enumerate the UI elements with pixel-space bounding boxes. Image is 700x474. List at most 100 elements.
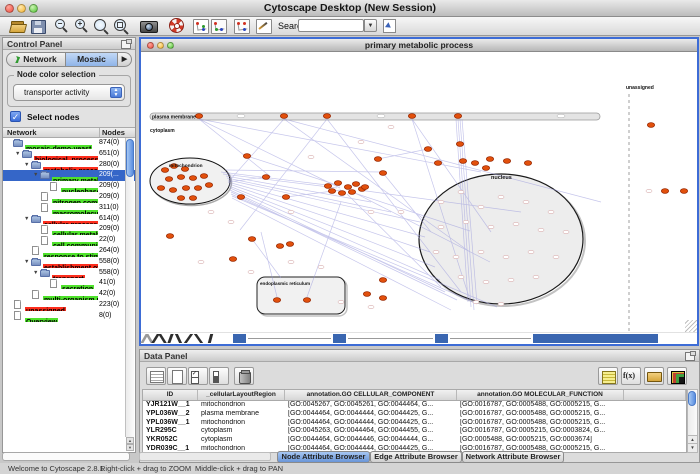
attribute-list-button[interactable] xyxy=(598,367,618,385)
zoom-selected-icon xyxy=(114,19,126,31)
table-scroll-down-icon[interactable]: ▼ xyxy=(688,443,697,452)
table-cell: YLR295C xyxy=(143,427,198,436)
tree-column-nodes[interactable]: Nodes xyxy=(99,128,125,137)
tab-mosaic[interactable]: Mosaic xyxy=(66,52,118,67)
trash-icon xyxy=(239,372,251,384)
zoom-in-button[interactable]: + xyxy=(74,18,92,34)
select-attributes-button[interactable] xyxy=(188,367,208,385)
tab-edge-attribute-browser[interactable]: Edge Attribute Browser xyxy=(370,451,462,463)
tab-node-attribute-browser[interactable]: Node Attribute Browser xyxy=(277,451,370,463)
tree-row[interactable]: ▼primary metabo209(... xyxy=(3,170,135,181)
tree-row[interactable]: Overview8(0) xyxy=(3,311,135,322)
tree-row[interactable]: multi-organism pro42(0) xyxy=(3,289,135,300)
column-header[interactable]: ID xyxy=(143,390,198,400)
zoom-selected-icon xyxy=(117,22,123,28)
scroll-down-icon[interactable]: ▼ xyxy=(126,444,134,451)
unselect-attributes-button[interactable] xyxy=(209,367,229,385)
scroll-up-icon[interactable]: ▲ xyxy=(126,437,134,444)
table-row[interactable]: YPL036W__1mitochondrion[GO:0044464, GO:0… xyxy=(143,419,686,428)
disclosure-triangle-icon[interactable]: ▼ xyxy=(33,268,40,279)
table-row[interactable]: YKR052Ccytoplasm[GO:0044464, GO:0044446,… xyxy=(143,436,686,445)
tree-row-label-area: ▼biological_process xyxy=(3,149,98,160)
tab-network[interactable]: Network xyxy=(6,52,66,67)
network-overview-button[interactable] xyxy=(193,18,211,34)
tree-row[interactable]: response to stimulu264(0) xyxy=(3,246,135,257)
zoom-fit-button[interactable] xyxy=(93,18,111,34)
attribute-grid-button[interactable] xyxy=(146,367,166,385)
select-nodes-checkbox[interactable]: ✓ xyxy=(10,111,21,122)
tree-scrollbar[interactable] xyxy=(125,138,134,437)
import-network-button[interactable] xyxy=(211,18,229,34)
table-scrollbar[interactable]: ▲ ▼ xyxy=(687,389,698,453)
network-canvas[interactable]: plasma membranecytoplasmmitochondrionnuc… xyxy=(141,52,697,332)
disclosure-triangle-icon[interactable]: ▼ xyxy=(15,149,22,160)
network-window-titlebar[interactable]: primary metabolic process xyxy=(141,39,697,52)
table-cell: mitochondrion xyxy=(198,419,285,428)
delete-attribute-button[interactable] xyxy=(234,367,254,385)
zoom-out-button[interactable]: − xyxy=(54,18,72,34)
panel-tabs: Network Mosaic ▶ xyxy=(6,52,134,68)
table-row[interactable]: YPL036W__2plasma membrane[GO:0044464, GO… xyxy=(143,410,686,419)
disclosure-triangle-icon[interactable]: ▼ xyxy=(24,257,31,268)
open-session-button[interactable] xyxy=(9,18,27,34)
search-dropdown-icon[interactable]: ▼ xyxy=(364,19,377,32)
zoom-selected-button[interactable] xyxy=(113,18,131,34)
tree-row[interactable]: ▼establishment of lo558(0) xyxy=(3,257,135,268)
snapshot-button[interactable] xyxy=(140,18,158,34)
table-cell: [GO:0044464, GO:0044444, GO:0044425, G..… xyxy=(285,410,457,419)
disclosure-triangle-icon[interactable]: ▼ xyxy=(24,160,31,171)
float-panel-icon[interactable] xyxy=(121,40,131,49)
column-header[interactable]: annotation.GO MOLECULAR_FUNCTION xyxy=(457,390,624,400)
import-table-button[interactable] xyxy=(234,18,252,34)
help-button[interactable] xyxy=(168,18,186,34)
table-scrollbar-thumb[interactable] xyxy=(688,391,696,406)
tree-row[interactable]: nitrogen compo209(0) xyxy=(3,192,135,203)
network-icon xyxy=(202,28,205,31)
tab-network-attribute-browser[interactable]: Network Attribute Browser xyxy=(462,451,564,463)
tree-scrollbar-thumb[interactable] xyxy=(126,139,134,177)
float-data-panel-icon[interactable] xyxy=(685,352,695,361)
tree-row[interactable]: macromolecule311(0) xyxy=(3,203,135,214)
file-icon xyxy=(32,290,39,299)
window-titlebar[interactable]: Cytoscape Desktop (New Session) xyxy=(0,0,700,17)
tree-row[interactable]: ▼cellular process614(0) xyxy=(3,214,135,225)
resize-grip[interactable] xyxy=(685,320,697,332)
new-attribute-button[interactable] xyxy=(167,367,187,385)
tree-row[interactable]: nucleobase-c209(0) xyxy=(3,181,135,192)
tree-row[interactable]: ▼transport558(0) xyxy=(3,268,135,279)
import-attributes-button[interactable] xyxy=(644,367,664,385)
formula-button[interactable]: f(x) xyxy=(621,367,641,385)
tree-row[interactable]: cell communicat22(0) xyxy=(3,235,135,246)
tree-row[interactable]: ▼biological_process651(0) xyxy=(3,149,135,160)
node-color-select[interactable]: transporter activity ▲▼ xyxy=(13,84,125,101)
column-header[interactable] xyxy=(624,390,686,400)
tree-row[interactable]: ▼metabolic process280(0) xyxy=(3,160,135,171)
disclosure-triangle-icon[interactable]: ▼ xyxy=(24,214,31,225)
artifact-mark xyxy=(167,334,173,343)
attribute-matrix-button[interactable] xyxy=(667,367,687,385)
search-input[interactable] xyxy=(298,19,364,32)
document-icon xyxy=(172,370,183,384)
tree-column-network[interactable]: Network xyxy=(7,128,37,137)
artifact-bar xyxy=(533,334,658,343)
column-header[interactable]: annotation.GO CELLULAR_COMPONENT xyxy=(285,390,457,400)
save-session-button[interactable] xyxy=(30,18,48,34)
tree-row[interactable]: unassigned223(0) xyxy=(3,300,135,311)
network-window-title: primary metabolic process xyxy=(141,39,697,51)
tab-overflow-arrow-icon[interactable]: ▶ xyxy=(118,52,132,67)
tree-row[interactable]: cellular metabo209(0) xyxy=(3,224,135,235)
disclosure-triangle-icon[interactable]: ▼ xyxy=(33,170,40,181)
table-row[interactable]: YJR121W__1mitochondrion[GO:0045267, GO:0… xyxy=(143,401,686,410)
data-panel-header: Data Panel xyxy=(140,350,699,362)
search-config-button[interactable] xyxy=(382,18,397,33)
matrix-icon xyxy=(671,371,685,384)
tree-row[interactable]: mosaic-demo-yeast874(0) xyxy=(3,138,135,149)
tree-row[interactable]: secretion41(0) xyxy=(3,278,135,289)
column-header[interactable]: _cellularLayoutRegion xyxy=(198,390,285,400)
table-row[interactable]: YLR295Ccytoplasm[GO:0045263, GO:0044464,… xyxy=(143,427,686,436)
annotation-button[interactable] xyxy=(256,18,274,34)
network-icon xyxy=(196,22,199,25)
tree-header: Network Nodes xyxy=(3,127,135,138)
table-cell: [GO:0016787, GO:0005215, GO:0003824, G..… xyxy=(457,427,624,436)
file-icon xyxy=(41,236,48,245)
